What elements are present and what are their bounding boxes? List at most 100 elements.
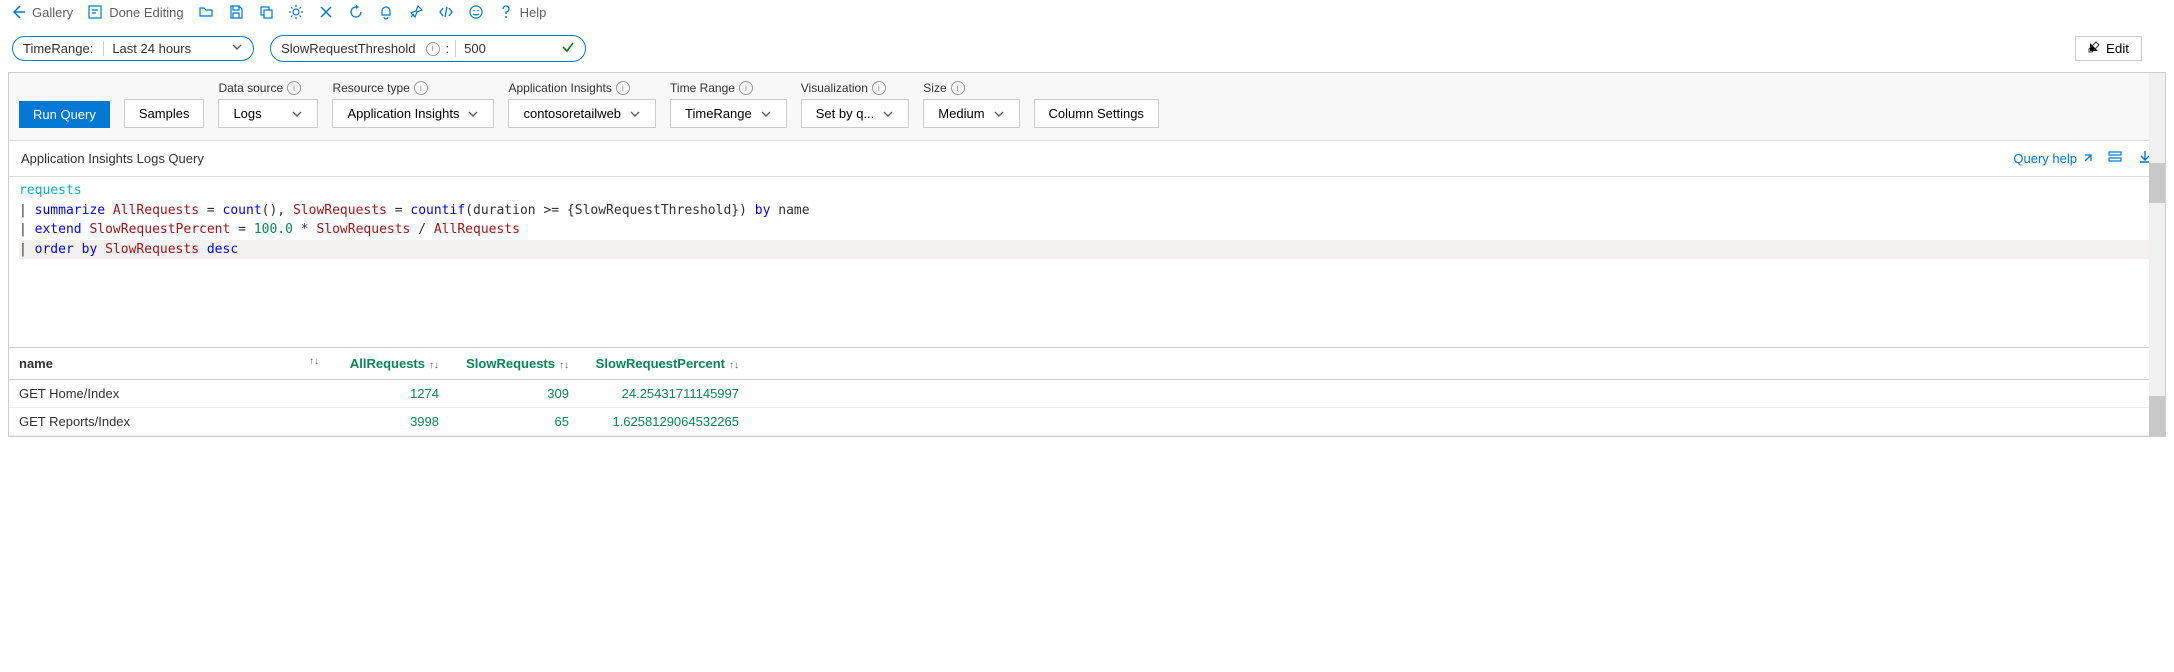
threshold-colon: : (446, 41, 450, 56)
chevron-down-icon (231, 41, 243, 56)
threshold-input[interactable]: 500 (455, 40, 575, 57)
done-editing-label: Done Editing (109, 5, 183, 20)
col-all[interactable]: AllRequests↑↓ (329, 348, 449, 380)
info-icon: i (951, 81, 965, 95)
arrow-left-icon (10, 4, 26, 20)
col-name[interactable]: name↑↓ (9, 348, 329, 380)
pin-icon (408, 4, 424, 20)
edit-icon (2088, 41, 2100, 56)
cell-all: 1274 (329, 380, 449, 408)
resource-type-label: Resource typei (332, 81, 494, 95)
sort-icon: ↑↓ (429, 360, 439, 371)
sort-icon: ↑↓ (309, 356, 319, 367)
gallery-label: Gallery (32, 5, 73, 20)
table-row[interactable]: GET Reports/Index3998651.625812906453226… (9, 408, 2165, 436)
chevron-down-icon (993, 108, 1005, 120)
app-insights-select[interactable]: contosoretailweb (508, 99, 656, 128)
copy-icon (258, 4, 274, 20)
time-range-select[interactable]: Last 24 hours (103, 41, 243, 56)
threshold-param[interactable]: SlowRequestThreshold i : 500 (270, 35, 586, 62)
app-insights-label: Application Insightsi (508, 81, 656, 95)
time-range-select-hdr[interactable]: TimeRange (670, 99, 787, 128)
code-icon (438, 4, 454, 20)
chevron-down-icon (467, 108, 479, 120)
chevron-down-icon (291, 108, 303, 120)
sort-icon: ↑↓ (729, 360, 739, 371)
chevron-down-icon (760, 108, 772, 120)
smiley-icon (468, 4, 484, 20)
query-header: Run Query Samples Data sourcei Logs Reso… (9, 73, 2165, 141)
help-label: Help (520, 5, 547, 20)
gear-icon (288, 4, 304, 20)
visualization-select[interactable]: Set by q... (801, 99, 910, 128)
info-icon: i (426, 42, 440, 56)
done-editing-button[interactable]: Done Editing (87, 4, 183, 20)
threshold-value: 500 (464, 41, 486, 56)
size-label: Sizei (923, 81, 1019, 95)
done-editing-icon (87, 4, 103, 20)
samples-button[interactable]: Samples (124, 99, 205, 128)
code-button[interactable] (438, 4, 454, 20)
edit-button[interactable]: Edit (2075, 36, 2142, 61)
results-table: name↑↓ AllRequests↑↓ SlowRequests↑↓ Slow… (9, 347, 2165, 436)
feedback-button[interactable] (468, 4, 484, 20)
query-title: Application Insights Logs Query (21, 151, 204, 166)
resource-type-select[interactable]: Application Insights (332, 99, 494, 128)
query-title-row: Application Insights Logs Query Query he… (9, 141, 2165, 177)
threshold-label: SlowRequestThreshold (281, 41, 415, 56)
save-button[interactable] (228, 4, 244, 20)
column-settings-button[interactable]: Column Settings (1034, 99, 1159, 128)
format-button[interactable] (2107, 149, 2123, 168)
back-gallery-button[interactable]: Gallery (10, 4, 73, 20)
vertical-scrollbar[interactable] (2149, 73, 2165, 436)
cell-all: 3998 (329, 408, 449, 436)
info-icon: i (414, 81, 428, 95)
refresh-icon (348, 4, 364, 20)
open-folder-icon (198, 4, 214, 20)
info-icon: i (872, 81, 886, 95)
settings-button[interactable] (288, 4, 304, 20)
top-toolbar: Gallery Done Editing Help (0, 0, 2174, 25)
query-help-link[interactable]: Query help (2013, 151, 2093, 166)
close-button[interactable] (318, 4, 334, 20)
edit-label: Edit (2106, 41, 2129, 56)
col-pct[interactable]: SlowRequestPercent↑↓ (579, 348, 749, 380)
cell-name: GET Reports/Index (9, 408, 329, 436)
alert-button[interactable] (378, 4, 394, 20)
query-panel: Run Query Samples Data sourcei Logs Reso… (8, 72, 2166, 437)
cell-slow: 309 (449, 380, 579, 408)
time-range-param[interactable]: TimeRange: Last 24 hours (12, 36, 254, 61)
open-button[interactable] (198, 4, 214, 20)
check-icon (561, 40, 575, 57)
size-select[interactable]: Medium (923, 99, 1019, 128)
time-range-value: Last 24 hours (112, 41, 191, 56)
info-icon: i (616, 81, 630, 95)
run-query-button[interactable]: Run Query (19, 101, 110, 128)
chevron-down-icon (882, 108, 894, 120)
refresh-button[interactable] (348, 4, 364, 20)
data-source-label: Data sourcei (218, 81, 318, 95)
cell-pct: 1.6258129064532265 (579, 408, 749, 436)
time-range-hdr-label: Time Rangei (670, 81, 787, 95)
data-source-select[interactable]: Logs (218, 99, 318, 128)
col-slow[interactable]: SlowRequests↑↓ (449, 348, 579, 380)
col-spacer (749, 348, 2165, 380)
help-button[interactable]: Help (498, 4, 547, 20)
info-icon: i (287, 81, 301, 95)
cell-slow: 65 (449, 408, 579, 436)
bell-icon (378, 4, 394, 20)
copy-button[interactable] (258, 4, 274, 20)
query-editor[interactable]: requests | summarize AllRequests = count… (9, 177, 2165, 347)
help-icon (498, 4, 514, 20)
cell-name: GET Home/Index (9, 380, 329, 408)
save-icon (228, 4, 244, 20)
chevron-down-icon (629, 108, 641, 120)
table-row[interactable]: GET Home/Index127430924.25431711145997 (9, 380, 2165, 408)
sort-icon: ↑↓ (559, 360, 569, 371)
pin-button[interactable] (408, 4, 424, 20)
visualization-label: Visualizationi (801, 81, 910, 95)
info-icon: i (739, 81, 753, 95)
close-icon (318, 4, 334, 20)
external-link-icon (2081, 153, 2093, 165)
time-range-label: TimeRange: (23, 41, 93, 56)
